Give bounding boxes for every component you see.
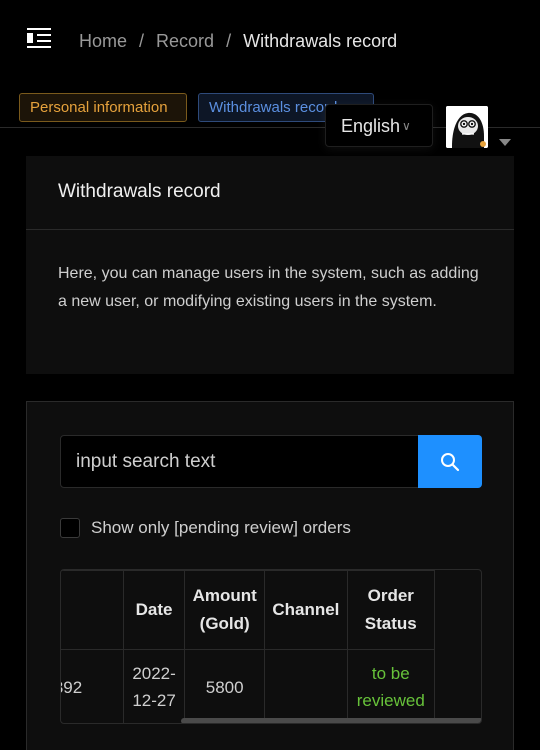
breadcrumb-current: Withdrawals record (243, 31, 398, 51)
status-badge: reviewed (356, 691, 425, 710)
pending-only-checkbox[interactable] (60, 518, 80, 538)
column-header-date[interactable]: Date (122, 570, 186, 650)
withdrawals-table: er Date Amount (Gold) Channel Order Status… (60, 569, 482, 724)
breadcrumb-record[interactable]: Record (156, 31, 214, 52)
table-row[interactable]: 5843392 2022- 12-27 5800 to be reviewed (61, 649, 436, 723)
page-title: Withdrawals record (58, 181, 221, 202)
cell-channel (264, 649, 348, 723)
avatar[interactable] (446, 106, 488, 148)
column-header-amount[interactable]: Amount (Gold) (184, 570, 266, 650)
pending-filter[interactable]: Show only [pending review] orders (60, 518, 351, 538)
column-header-label: Channel (272, 600, 340, 619)
cell-order-number: 5843392 (61, 649, 124, 723)
pending-only-label: Show only [pending review] orders (91, 518, 351, 537)
breadcrumb-separator: / (139, 31, 145, 51)
column-header-label: Date (135, 600, 173, 619)
column-header-order-status[interactable]: Order Status (346, 570, 436, 650)
tag-label: Personal information (30, 99, 168, 116)
cell-order-status: to be reviewed (346, 649, 436, 723)
chevron-down-icon: ∨ (402, 119, 411, 133)
cell-date: 2022- 12-27 (122, 649, 186, 723)
column-header-label: Status (364, 614, 417, 633)
horizontal-scrollbar[interactable] (181, 718, 481, 723)
intro-card: Withdrawals record Here, you can manage … (26, 156, 514, 374)
cell-value: 2022- (132, 664, 176, 683)
page-description: Here, you can manage users in the system… (58, 265, 479, 310)
status-badge: to be (371, 664, 410, 683)
cell-value: 5843392 (61, 677, 83, 697)
records-card: Show only [pending review] orders er Dat… (26, 401, 514, 750)
column-header-label: Order (367, 586, 414, 605)
cell-amount: 5800 (184, 649, 266, 723)
menu-fold-icon[interactable] (27, 28, 53, 50)
column-header-label: (Gold) (199, 614, 250, 633)
column-header-label: Amount (192, 586, 257, 605)
tag-personal-information[interactable]: Personal information (19, 93, 187, 122)
table-header-row: er Date Amount (Gold) Channel Order Status (61, 570, 436, 650)
breadcrumb-home[interactable]: Home (79, 31, 127, 52)
breadcrumb-separator: / (226, 31, 232, 51)
search-icon (441, 452, 460, 471)
breadcrumb: Home / Record / Withdrawals record (79, 31, 397, 52)
cell-value: 5800 (205, 677, 244, 697)
language-select[interactable]: English ∨ (325, 104, 433, 147)
cell-value: 12-27 (132, 691, 176, 710)
search-button[interactable] (418, 435, 482, 488)
tag-label: Withdrawals record (209, 99, 338, 116)
divider (26, 229, 514, 230)
language-selected: English (341, 116, 401, 136)
caret-down-icon[interactable] (499, 139, 511, 146)
column-header-channel[interactable]: Channel (264, 570, 348, 650)
search-input[interactable] (60, 435, 420, 488)
column-header-order-number[interactable]: er (61, 570, 124, 650)
